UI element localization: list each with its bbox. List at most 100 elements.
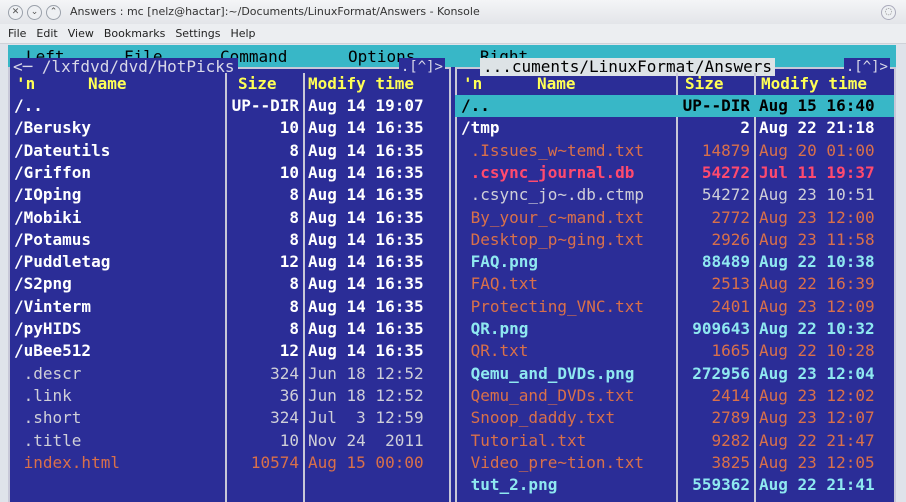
file-row[interactable]: /IOping 8 Aug 14 16:35 [8,184,449,206]
file-row[interactable]: /S2png 8 Aug 14 16:35 [8,273,449,295]
menu-bookmarks[interactable]: Bookmarks [104,27,165,40]
menu-edit[interactable]: Edit [36,27,57,40]
file-name: /Griffon [14,162,92,182]
file-name: /S2png [14,274,72,294]
file-size: 8 [289,296,299,316]
file-row[interactable]: /Mobiki 8 Aug 14 16:35 [8,207,449,229]
file-size: 2789 [711,408,750,428]
file-row[interactable]: Protecting_VNC.txt 2401 Aug 23 12:09 [455,296,894,318]
file-row[interactable]: /pyHIDS 8 Aug 14 16:35 [8,318,449,340]
file-row[interactable]: index.html 10574 Aug 15 00:00 [8,452,449,474]
terminal-area[interactable]: Left File Command Options Right <─ /lxfd… [8,45,896,502]
left-panel[interactable]: <─ /lxfdvd/dvd/HotPicks .[^]> 'n Name Si… [8,58,451,502]
file-name: FAQ.txt [461,274,539,294]
file-row[interactable]: FAQ.png 88489 Aug 22 10:38 [455,251,894,273]
file-row[interactable]: Qemu_and_DVDs.png 272956 Aug 23 12:04 [455,363,894,385]
file-size: 10 [279,118,299,138]
file-name: /Puddletag [14,252,111,272]
file-row[interactable]: QR.txt 1665 Aug 22 10:28 [455,340,894,362]
file-row[interactable]: Snoop_daddy.txt 2789 Aug 23 12:07 [455,407,894,429]
file-name: Qemu_and_DVDs.png [461,363,635,383]
file-row[interactable]: QR.png 909643 Aug 22 10:32 [455,318,894,340]
file-name: tut_2.png [461,475,558,495]
file-modify-time: Aug 23 11:58 [759,229,875,249]
file-modify-time: Aug 14 16:35 [308,252,424,272]
file-modify-time: Aug 14 16:35 [308,207,424,227]
file-size: 10 [279,162,299,182]
file-row[interactable]: .title 10 Nov 24 2011 [8,430,449,452]
file-row[interactable]: tut_2.png 559362 Aug 22 21:41 [455,474,894,496]
file-row[interactable]: /Vinterm 8 Aug 14 16:35 [8,296,449,318]
menu-settings[interactable]: Settings [175,27,220,40]
name-column-header[interactable]: Name [537,73,576,95]
file-modify-time: Jul 3 12:59 [308,408,424,428]
file-size: 88489 [701,252,750,272]
file-row[interactable]: .csync_jo~.db.ctmp 54272 Aug 23 10:51 [455,184,894,206]
file-modify-time: Aug 14 16:35 [308,140,424,160]
file-modify-time: Aug 14 16:35 [308,296,424,316]
file-row[interactable]: /Potamus 8 Aug 14 16:35 [8,229,449,251]
file-row[interactable]: /uBee512 12 Aug 14 16:35 [8,340,449,362]
window-options-icon[interactable]: ◌ [881,5,896,20]
file-size: 3825 [711,452,750,472]
file-row[interactable]: Tutorial.txt 9282 Aug 22 21:47 [455,430,894,452]
file-modify-time: Nov 24 2011 [308,430,424,450]
modify-time-column-header[interactable]: Modify time [761,73,867,95]
name-column-header[interactable]: Name [88,73,127,95]
file-row[interactable]: /.. UP--DIR Aug 14 19:07 [8,95,449,117]
file-name: /Potamus [14,229,92,249]
sort-indicator[interactable]: 'n [463,73,482,95]
size-column-header[interactable]: Size [238,73,277,95]
minimize-window-icon[interactable]: ⌄ [27,5,42,20]
file-name: index.html [14,452,120,472]
menu-view[interactable]: View [68,27,94,40]
file-name: Snoop_daddy.txt [461,408,616,428]
file-modify-time: Jun 18 12:52 [308,363,424,383]
maximize-window-icon[interactable]: ⌃ [46,5,61,20]
file-row[interactable]: .descr 324 Jun 18 12:52 [8,363,449,385]
file-row[interactable]: /Berusky 10 Aug 14 16:35 [8,117,449,139]
file-row[interactable]: Desktop_p~ging.txt 2926 Aug 23 11:58 [455,229,894,251]
file-row[interactable]: /Griffon 10 Aug 14 16:35 [8,162,449,184]
menu-help[interactable]: Help [230,27,255,40]
file-size: 12 [279,252,299,272]
file-row[interactable]: /Puddletag 12 Aug 14 16:35 [8,251,449,273]
file-size: UP--DIR [682,96,750,115]
file-row[interactable]: FAQ.txt 2513 Aug 22 16:39 [455,273,894,295]
close-window-icon[interactable]: ✕ [8,5,23,20]
file-modify-time: Aug 22 21:41 [759,475,875,495]
file-row[interactable]: .short 324 Jul 3 12:59 [8,407,449,429]
file-name: By_your_c~mand.txt [461,207,645,227]
window-title: Answers : mc [nelz@hactar]:~/Documents/L… [70,5,480,18]
file-name: Tutorial.txt [461,430,587,450]
file-row[interactable]: .Issues_w~temd.txt 14879 Aug 20 01:00 [455,140,894,162]
file-size: 36 [279,385,299,405]
file-size: 2401 [711,296,750,316]
file-modify-time: Aug 23 12:07 [759,408,875,428]
file-modify-time: Aug 22 10:28 [759,341,875,361]
file-name: /uBee512 [14,341,92,361]
right-panel[interactable]: ...cuments/LinuxFormat/Answers .[^]> 'n … [455,58,896,502]
menu-file[interactable]: File [8,27,26,40]
file-row[interactable]: By_your_c~mand.txt 2772 Aug 23 12:00 [455,207,894,229]
file-modify-time: Aug 15 00:00 [308,452,424,472]
file-name: .link [14,385,72,405]
file-row[interactable]: Qemu_and_DVDs.txt 2414 Aug 23 12:02 [455,385,894,407]
size-column-header[interactable]: Size [685,73,724,95]
file-row[interactable]: /tmp 2 Aug 22 21:18 [455,117,894,139]
modify-time-column-header[interactable]: Modify time [308,73,414,95]
file-size: 2926 [711,229,750,249]
file-size: 324 [270,363,299,383]
file-row[interactable]: Video_pre~tion.txt 3825 Aug 23 12:05 [455,452,894,474]
file-modify-time: Aug 23 12:09 [759,296,875,316]
file-modify-time: Aug 14 16:35 [308,162,424,182]
sort-indicator[interactable]: 'n [16,73,35,95]
file-size: 2513 [711,274,750,294]
file-row[interactable]: /.. UP--DIR Aug 15 16:40 [455,95,894,117]
file-size: 1665 [711,341,750,361]
file-row[interactable]: .link 36 Jun 18 12:52 [8,385,449,407]
file-size: 324 [270,408,299,428]
file-row[interactable]: /Dateutils 8 Aug 14 16:35 [8,140,449,162]
file-name: /IOping [14,185,82,205]
file-row[interactable]: .csync_journal.db 54272 Jul 11 19:37 [455,162,894,184]
